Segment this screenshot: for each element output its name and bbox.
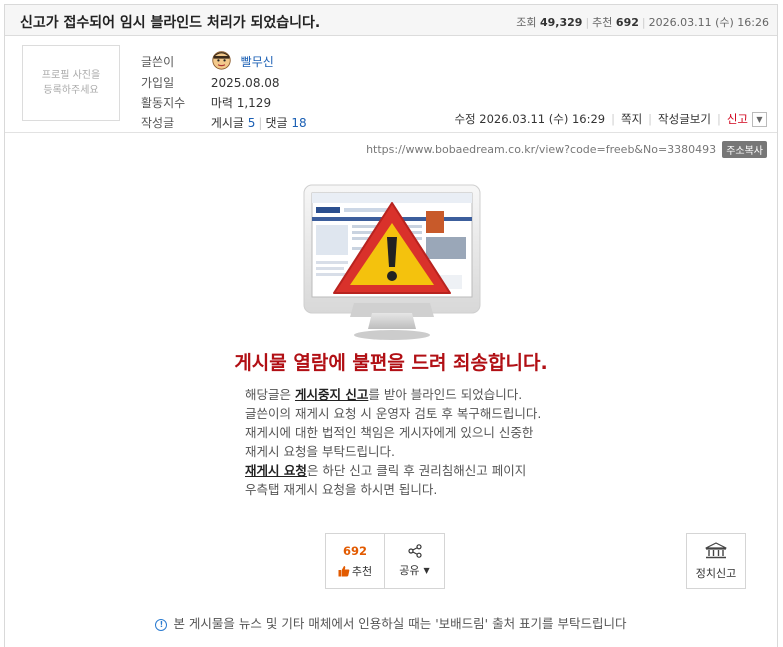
post-actions: 수정 2026.03.11 (수) 16:29 | 쪽지 | 작성글보기 | 신… [454, 111, 767, 127]
joined-label: 가입일 [141, 76, 175, 90]
notice-l1-c: 를 받아 블라인드 되었습니다. [368, 387, 523, 402]
comments-prefix: 댓글 [265, 116, 288, 130]
recommend-label: 추천 [592, 16, 613, 29]
share-icon [407, 544, 422, 558]
photo-placeholder-line-2: 등록하주세요 [43, 85, 99, 96]
posts-row: 작성글 게시글 5 | 댓글 18 [141, 116, 307, 130]
recommend-button-count: 692 [342, 543, 367, 558]
author-profile: 프로필 사진을 등록하주세요 글쓴이 빨무신 가입일 2025.08.08 활동… [5, 37, 777, 133]
citation-notice: ! 본 게시물을 뉴스 및 기타 매체에서 인용하실 때는 '보배드림' 출처 표… [5, 613, 777, 632]
joined-row: 가입일 2025.08.08 [141, 74, 280, 91]
comments-link[interactable]: 댓글 18 [265, 116, 306, 130]
political-report-label: 정치신고 [695, 566, 737, 580]
message-link[interactable]: 쪽지 [621, 111, 642, 127]
share-button[interactable]: 공유 ▼ [385, 533, 445, 589]
info-icon: ! [155, 618, 168, 631]
share-button-label-wrap: 공유 ▼ [399, 562, 429, 578]
share-button-label: 공유 [399, 564, 420, 577]
profile-photo-placeholder: 프로필 사진을 등록하주세요 [22, 45, 120, 121]
recommend-button[interactable]: 692 추천 [325, 533, 385, 589]
joined-date: 2025.08.08 [210, 76, 280, 90]
writer-row: 글쓴이 빨무신 [141, 51, 274, 70]
notice-l5-strong: 재게시 요청 [245, 463, 307, 478]
blind-warning-monitor-icon [303, 184, 481, 340]
views-count: 49,329 [540, 16, 583, 29]
notice-l1-strong: 게시중지 신고 [294, 387, 369, 402]
post-date: 2026.03.11 (수) 16:26 [648, 16, 769, 29]
blind-notice-text: 해당글은 게시중지 신고를 받아 블라인드 되었습니다. 글쓴이의 재게시 요청… [245, 385, 541, 499]
activity-value: 마력 1,129 [210, 96, 272, 110]
writer-label: 글쓴이 [141, 55, 175, 69]
post-button-group: 692 추천 공유 ▼ [325, 533, 445, 589]
blind-headline: 게시물 열람에 불편을 드려 죄송합니다. [234, 352, 548, 374]
report-link[interactable]: 신고 [727, 111, 748, 127]
views-label: 조회 [516, 16, 537, 29]
notice-line-3: 재게시에 대한 법적인 책임은 게시자에게 있으니 신중한 [245, 425, 534, 440]
notice-line-2: 글쓴이의 재게시 요청 시 운영자 검토 후 복구해드립니다. [245, 406, 542, 421]
activity-label: 활동지수 [141, 96, 186, 110]
edited-timestamp: 수정 2026.03.11 (수) 16:29 [454, 112, 606, 126]
recommend-count: 692 [615, 16, 639, 29]
citation-notice-text: 본 게시물을 뉴스 및 기타 매체에서 인용하실 때는 '보배드림' 출처 표기… [173, 616, 627, 631]
post-stats: 조회 49,329 | 추천 692 | 2026.03.11 (수) 16:26 [516, 16, 769, 29]
notice-line-5: 재게시 요청은 하단 신고 클릭 후 권리침해신고 페이지 [245, 461, 541, 480]
copy-url-button[interactable]: 주소복사 [722, 141, 767, 158]
post-title: 신고가 접수되어 임시 블라인드 처리가 되었습니다. [20, 15, 321, 31]
writer-nickname[interactable]: 빨무신 [241, 55, 274, 69]
posts-prefix: 게시글 [210, 116, 244, 130]
url-row: https://www.bobaedream.co.kr/view?code=f… [366, 141, 767, 158]
user-avatar-icon [212, 51, 231, 70]
government-building-icon [705, 541, 727, 558]
post-url: https://www.bobaedream.co.kr/view?code=f… [366, 143, 717, 156]
caret-down-icon: ▼ [423, 565, 430, 575]
chevron-down-icon: ▼ [756, 114, 763, 124]
photo-placeholder-line-1: 프로필 사진을 [41, 70, 101, 81]
notice-line-6: 우측탭 재게시 요청을 하시면 됩니다. [245, 482, 438, 497]
recommend-button-label: 추천 [351, 564, 373, 578]
posts-label: 작성글 [141, 116, 175, 130]
thumbs-up-icon [338, 565, 350, 576]
notice-line-4: 재게시 요청을 부탁드립니다. [245, 444, 395, 459]
notice-l5-b: 은 하단 신고 클릭 후 권리침해신고 페이지 [306, 463, 527, 478]
activity-row: 활동지수 마력 1,129 [141, 94, 271, 111]
notice-l1-a: 해당글은 [245, 387, 295, 402]
political-report-button[interactable]: 정치신고 [686, 533, 746, 589]
comments-count: 18 [291, 116, 307, 130]
posts-link[interactable]: 게시글 5 [211, 116, 256, 130]
recommend-button-label-wrap: 추천 [338, 563, 372, 579]
post-container: 신고가 접수되어 임시 블라인드 처리가 되었습니다. 조회 49,329 | 추천… [4, 4, 778, 647]
posts-count: 5 [247, 116, 256, 130]
more-dropdown-button[interactable]: ▼ [752, 111, 767, 127]
notice-line-1: 해당글은 게시중지 신고를 받아 블라인드 되었습니다. [245, 385, 541, 404]
title-bar: 신고가 접수되어 임시 블라인드 처리가 되었습니다. 조회 49,329 | 추천… [5, 5, 777, 36]
view-posts-link[interactable]: 작성글보기 [658, 111, 711, 127]
